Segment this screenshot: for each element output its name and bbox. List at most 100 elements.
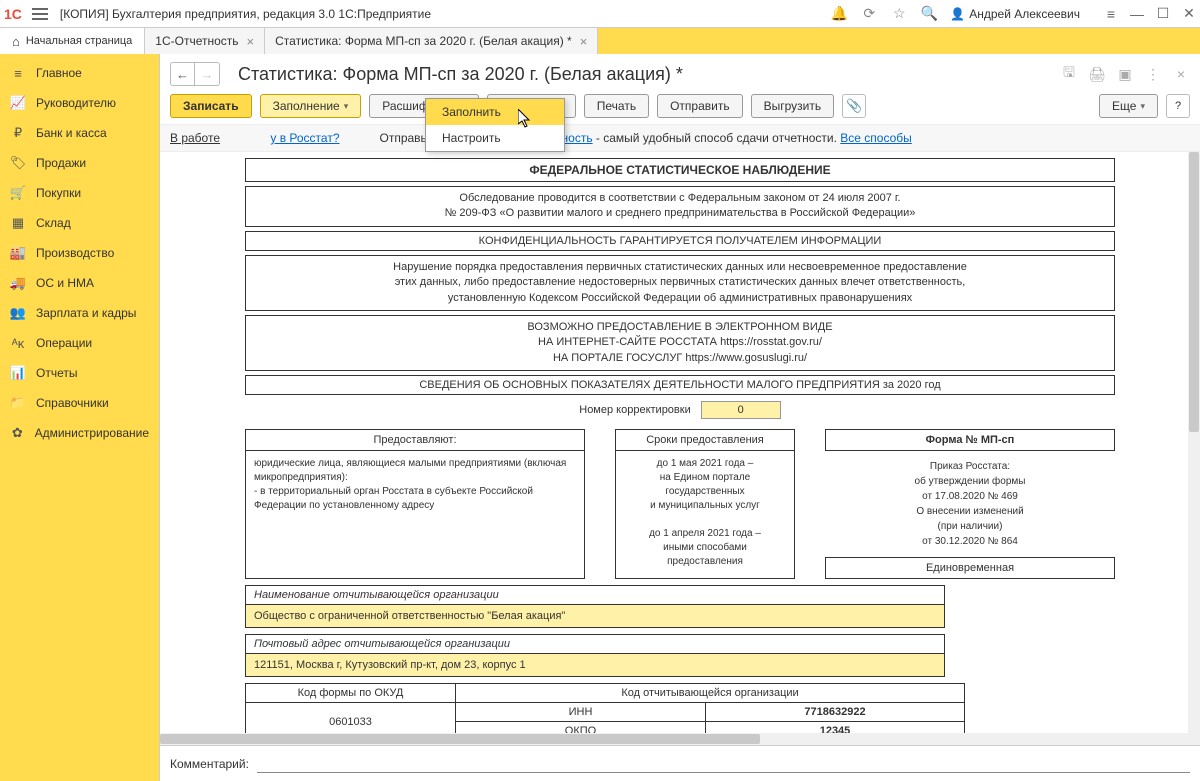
nav-back-button[interactable]: ← [171, 63, 195, 85]
export-button[interactable]: Выгрузить [751, 94, 835, 118]
factory-icon: 🏭 [10, 245, 26, 261]
org-name-value[interactable]: Общество с ограниченной ответственностью… [245, 605, 945, 628]
sidebar-item-main[interactable]: ≡Главное [0, 58, 159, 88]
maximize-button[interactable]: ☐ [1156, 7, 1170, 21]
org-name-label: Наименование отчитывающейся организации [245, 585, 945, 605]
close-icon[interactable]: × [247, 34, 255, 49]
col-provide-body: юридические лица, являющиеся малыми пред… [246, 451, 584, 566]
dropdown-item-fill[interactable]: Заполнить [426, 99, 564, 125]
cart-icon: 🛒 [10, 185, 26, 201]
fill-dropdown: Заполнить Настроить [425, 98, 565, 152]
send-button[interactable]: Отправить [657, 94, 743, 118]
attach-button[interactable]: 📎 [842, 94, 866, 118]
footer: Комментарий: [160, 745, 1200, 781]
page-title: Статистика: Форма МП-сп за 2020 г. (Бела… [238, 64, 1052, 85]
search-icon[interactable]: 🔍 [920, 5, 938, 23]
close-page-icon[interactable]: × [1172, 65, 1190, 83]
tab-reporting[interactable]: 1С-Отчетность × [145, 28, 265, 54]
sidebar-item-bank[interactable]: ₽Банк и касса [0, 118, 159, 148]
close-button[interactable]: ✕ [1182, 7, 1196, 21]
order-info: Приказ Росстата: об утверждении формы от… [825, 451, 1115, 557]
nav-arrows: ← → [170, 62, 220, 86]
sidebar: ≡Главное 📈Руководителю ₽Банк и касса 🏷Пр… [0, 54, 160, 781]
menu-icon: ≡ [10, 65, 26, 81]
inn-value: 7718632922 [706, 703, 965, 722]
dropdown-item-setup[interactable]: Настроить [426, 125, 564, 151]
work-status-link[interactable]: В работе [170, 131, 220, 145]
rosstat-link-partial[interactable]: у в Росстат? [270, 131, 339, 145]
tab-home[interactable]: ⌂ Начальная страница [0, 28, 145, 54]
hamburger-icon[interactable] [32, 8, 48, 20]
sidebar-item-payroll[interactable]: 👥Зарплата и кадры [0, 298, 159, 328]
sidebar-item-purchases[interactable]: 🛒Покупки [0, 178, 159, 208]
folder-icon: 📁 [10, 395, 26, 411]
user-menu[interactable]: 👤 Андрей Алексеевич [950, 7, 1080, 21]
history-icon[interactable]: ⟳ [860, 5, 878, 23]
form-number: Форма № МП-сп [825, 429, 1115, 451]
sidebar-item-assets[interactable]: 🚚ОС и НМА [0, 268, 159, 298]
doc-subtitle: Обследование проводится в соответствии с… [245, 186, 1115, 227]
sidebar-item-warehouse[interactable]: ▦Склад [0, 208, 159, 238]
correction-input[interactable]: 0 [701, 401, 781, 419]
more-button[interactable]: Еще▾ [1099, 94, 1158, 118]
tag-icon: 🏷 [10, 155, 26, 171]
document-scroll[interactable]: ФЕДЕРАЛЬНОЕ СТАТИСТИЧЕСКОЕ НАБЛЮДЕНИЕ Об… [160, 152, 1200, 745]
comment-input[interactable] [257, 754, 1190, 773]
ruble-icon: ₽ [10, 125, 26, 141]
minimize-button[interactable]: — [1130, 7, 1144, 21]
tab-strip: ⌂ Начальная страница 1С-Отчетность × Ста… [0, 28, 1200, 54]
write-button[interactable]: Записать [170, 94, 252, 118]
tab-label: 1С-Отчетность [155, 34, 238, 48]
chevron-down-icon: ▾ [344, 101, 349, 112]
vertical-scrollbar[interactable] [1188, 152, 1200, 745]
window-title: [КОПИЯ] Бухгалтерия предприятия, редакци… [60, 7, 830, 21]
status-bar: В работе К у в Росстат? Отправьте отчет … [160, 124, 1200, 152]
col-terms-header: Сроки предоставления [616, 430, 794, 451]
calc-icon[interactable]: ▣ [1116, 65, 1134, 83]
inn-header: ИНН [456, 703, 706, 722]
close-icon[interactable]: × [580, 34, 588, 49]
org-address-label: Почтовый адрес отчитывающейся организаци… [245, 634, 945, 654]
okud-header: Код формы по ОКУД [246, 684, 456, 703]
dots-icon[interactable]: ⋮ [1144, 65, 1162, 83]
code-org-header: Код отчитывающейся организации [456, 684, 965, 703]
content-area: ← → Статистика: Форма МП-сп за 2020 г. (… [160, 54, 1200, 781]
all-methods-link[interactable]: Все способы [840, 131, 912, 145]
truck-icon: 🚚 [10, 275, 26, 291]
home-icon: ⌂ [12, 34, 20, 49]
org-address-value[interactable]: 121151, Москва г, Кутузовский пр-кт, дом… [245, 654, 945, 677]
window-bars-icon[interactable]: ≡ [1104, 7, 1118, 21]
sidebar-item-manager[interactable]: 📈Руководителю [0, 88, 159, 118]
comment-label: Комментарий: [170, 757, 249, 771]
ops-icon: ᴬᴋ [10, 335, 26, 351]
save-icon[interactable]: 🖫 [1060, 65, 1078, 83]
star-icon[interactable]: ☆ [890, 5, 908, 23]
sidebar-item-sales[interactable]: 🏷Продажи [0, 148, 159, 178]
col-provide-header: Предоставляют: [246, 430, 584, 451]
sidebar-item-operations[interactable]: ᴬᴋОперации [0, 328, 159, 358]
horizontal-scrollbar[interactable] [160, 733, 1188, 745]
tab-statistics[interactable]: Статистика: Форма МП-сп за 2020 г. (Бела… [265, 28, 598, 54]
nav-forward-button[interactable]: → [195, 63, 219, 85]
fill-button[interactable]: Заполнение▾ [260, 94, 362, 118]
doc-violation: Нарушение порядка предоставления первичн… [245, 255, 1115, 311]
doc-electronic: ВОЗМОЖНО ПРЕДОСТАВЛЕНИЕ В ЭЛЕКТРОННОМ ВИ… [245, 315, 1115, 371]
sidebar-item-production[interactable]: 🏭Производство [0, 238, 159, 268]
doc-svedenia: СВЕДЕНИЯ ОБ ОСНОВНЫХ ПОКАЗАТЕЛЯХ ДЕЯТЕЛЬ… [245, 375, 1115, 395]
print-button[interactable]: Печать [584, 94, 649, 118]
grid-icon: ▦ [10, 215, 26, 231]
tab-label: Статистика: Форма МП-сп за 2020 г. (Бела… [275, 34, 572, 48]
titlebar: 1C [КОПИЯ] Бухгалтерия предприятия, реда… [0, 0, 1200, 28]
bell-icon[interactable]: 🔔 [830, 5, 848, 23]
people-icon: 👥 [10, 305, 26, 321]
sidebar-item-refs[interactable]: 📁Справочники [0, 388, 159, 418]
gear-icon: ✿ [10, 425, 25, 441]
chart-icon: 📈 [10, 95, 26, 111]
sidebar-item-admin[interactable]: ✿Администрирование [0, 418, 159, 448]
help-button[interactable]: ? [1166, 94, 1190, 118]
doc-main-title: ФЕДЕРАЛЬНОЕ СТАТИСТИЧЕСКОЕ НАБЛЮДЕНИЕ [245, 158, 1115, 182]
sidebar-item-reports[interactable]: 📊Отчеты [0, 358, 159, 388]
correction-label: Номер корректировки [579, 404, 690, 416]
print-icon[interactable]: 🖨 [1088, 65, 1106, 83]
chevron-down-icon: ▾ [1140, 101, 1145, 112]
